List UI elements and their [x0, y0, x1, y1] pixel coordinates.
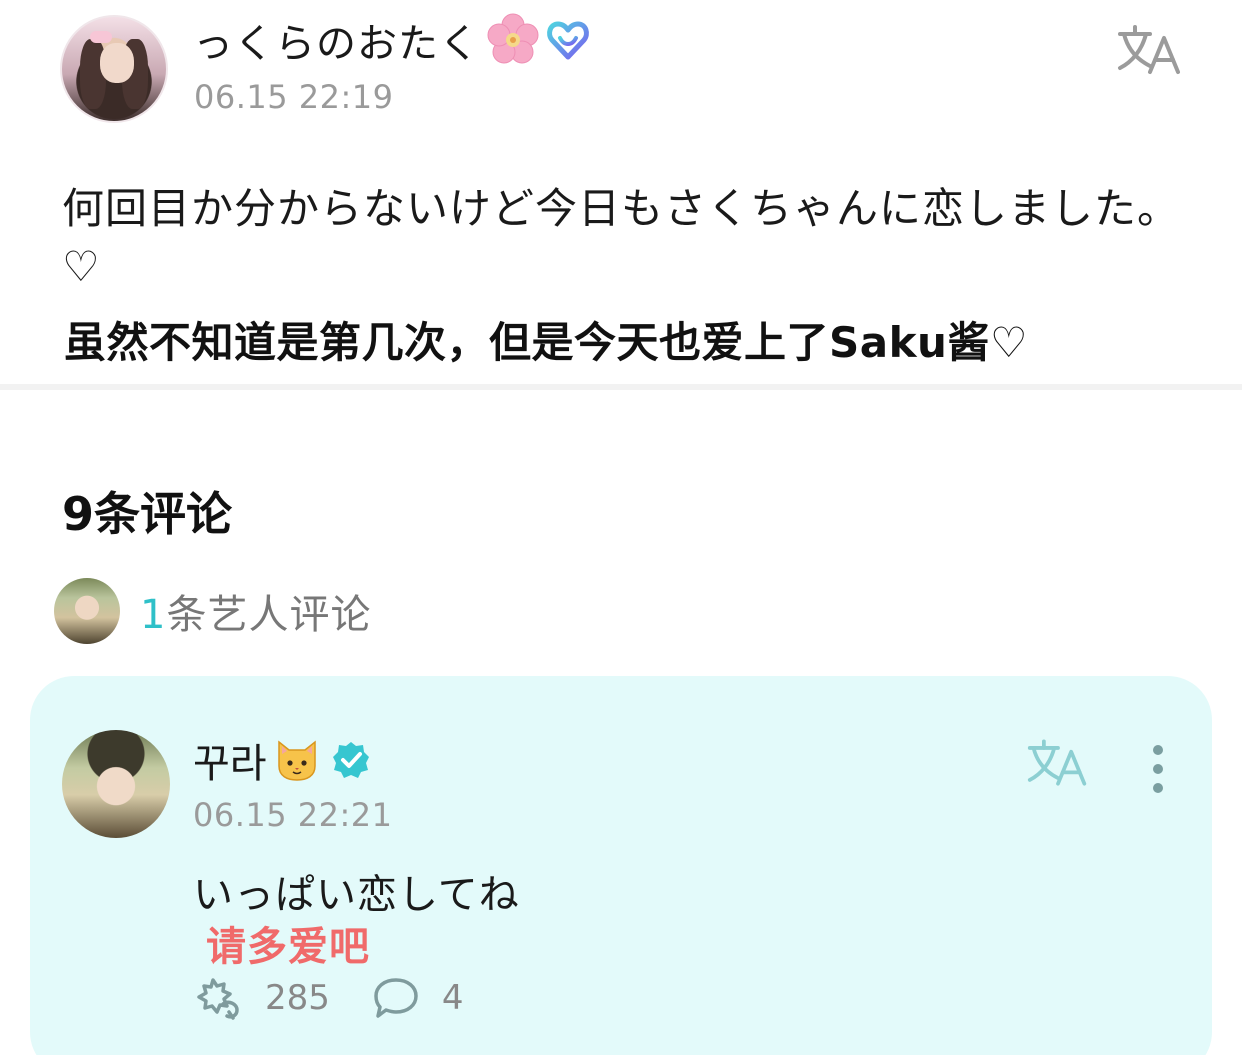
artist-comments-label: 1条艺人评论: [140, 582, 371, 640]
comment-author-name[interactable]: 꾸라: [193, 731, 267, 789]
comment-timestamp: 06.15 22:21: [193, 796, 393, 834]
flower-icon: [487, 13, 539, 64]
post-author-avatar[interactable]: [60, 15, 168, 123]
post-header: っくらのおたく 06.15 22:19: [0, 0, 1242, 150]
post-author-row: っくらのおたく: [193, 12, 590, 68]
post-translation: 虽然不知道是第几次，但是今天也爱上了Saku酱♡: [64, 318, 1029, 367]
comments-count-heading: 9条评论: [62, 487, 233, 541]
reply-icon[interactable]: [370, 974, 422, 1022]
verified-icon: [332, 742, 369, 778]
comment-author-row: 꾸라: [193, 732, 371, 788]
like-count: 285: [265, 978, 330, 1018]
translate-icon[interactable]: [1116, 24, 1184, 76]
artist-comments-text: 条艺人评论: [166, 592, 372, 638]
post-text: 何回目か分からないけど今日もさくちゃんに恋しました。♡: [62, 184, 1181, 291]
comment-actions: 285 4: [193, 974, 504, 1022]
like-icon[interactable]: [193, 974, 245, 1022]
heart-badge-icon: [547, 21, 589, 60]
post-author-name[interactable]: っくらのおたく: [193, 11, 480, 69]
reply-count: 4: [441, 978, 464, 1018]
cat-icon: [277, 740, 316, 781]
comment-author-avatar[interactable]: [62, 730, 170, 838]
artist-comments-summary[interactable]: 1条艺人评论: [54, 578, 371, 644]
comment-translation: 请多爱吧: [206, 924, 370, 970]
more-options-icon[interactable]: [1150, 744, 1166, 794]
post-timestamp: 06.15 22:19: [194, 78, 394, 116]
artist-comments-count: 1: [140, 592, 167, 638]
translate-icon[interactable]: [1026, 738, 1090, 788]
artist-comment-card: 꾸라 06.15 22:21 いっぱい恋してね 请多爱吧 285 4: [30, 676, 1212, 1055]
comment-text: いっぱい恋してね: [193, 872, 520, 918]
section-divider: [0, 384, 1242, 390]
artist-avatar: [54, 578, 120, 644]
